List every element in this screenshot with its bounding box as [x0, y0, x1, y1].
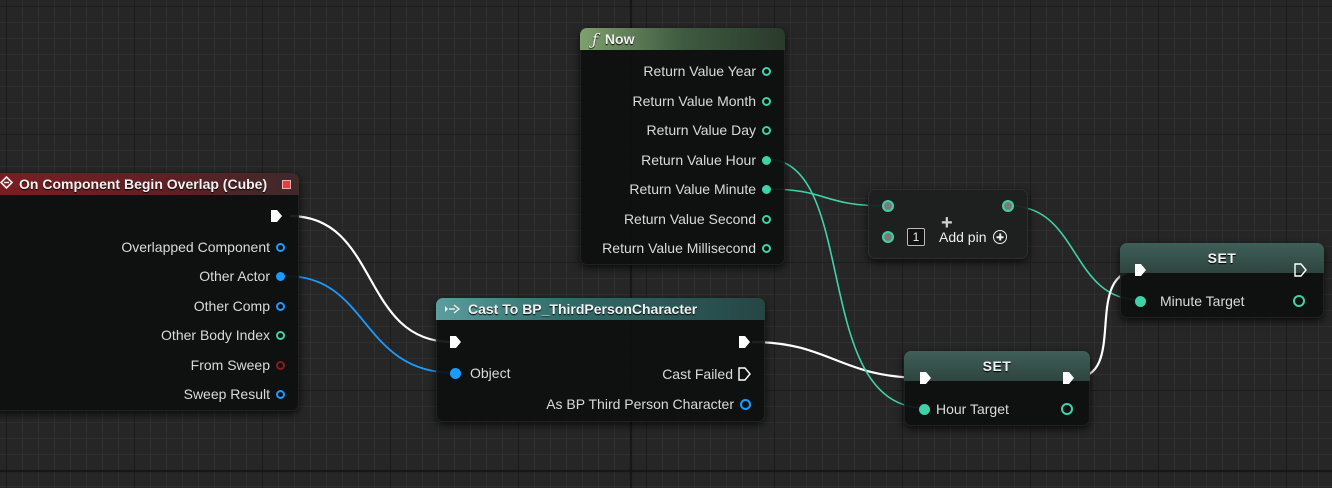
add-input-a-pin[interactable]: [882, 200, 894, 212]
other-comp-pin[interactable]: [276, 301, 285, 311]
as-bp-third-person-character-pin[interactable]: [740, 398, 751, 410]
return-value-hour-pin[interactable]: [762, 155, 771, 165]
wire-cast-exec-to-set-hour[interactable]: [751, 340, 925, 380]
event-diamond-icon: [0, 175, 14, 192]
set-hour-exec-out-pin[interactable]: [1062, 371, 1075, 385]
return-value-day-pin[interactable]: [762, 125, 771, 135]
pin-row-minute: Return Value Minute: [580, 181, 771, 197]
minute-target-output-pin[interactable]: [1293, 295, 1305, 307]
hour-target-input-pin[interactable]: [919, 403, 930, 415]
set-hour-node[interactable]: SET Hour Target: [904, 351, 1090, 426]
return-value-second-pin[interactable]: [762, 214, 771, 224]
pin-row-month: Return Value Month: [580, 93, 771, 109]
cast-failed-row: Cast Failed: [436, 366, 751, 382]
cast-node-header[interactable]: Cast To BP_ThirdPersonCharacter: [436, 298, 765, 320]
set-minute-exec-out-pin[interactable]: [1294, 263, 1307, 277]
sweep-result-pin[interactable]: [276, 389, 285, 399]
set-hour-exec-in-pin[interactable]: [919, 371, 932, 385]
event-overlap-node[interactable]: On Component Begin Overlap (Cube) Overla…: [0, 173, 299, 411]
set-minute-exec-in-pin[interactable]: [1134, 263, 1147, 277]
pin-row-from-sweep: From Sweep: [0, 357, 285, 373]
return-value-year-pin[interactable]: [762, 66, 771, 76]
pin-row-other-comp: Other Comp: [0, 298, 285, 314]
pin-row-overlapped-component: Overlapped Component: [0, 239, 285, 255]
return-value-millisecond-pin[interactable]: [762, 243, 771, 253]
add-input-b-pin[interactable]: [882, 231, 894, 243]
pin-row-other-body-index: Other Body Index: [0, 327, 285, 343]
wire-overlap-exec-to-cast[interactable]: [289, 214, 453, 344]
return-value-minute-pin[interactable]: [762, 184, 771, 194]
red-square-icon: [282, 179, 291, 189]
hour-target-output-pin[interactable]: [1061, 403, 1073, 415]
overlapped-component-pin[interactable]: [276, 242, 285, 252]
pin-row-hour: Return Value Hour: [580, 152, 771, 168]
now-function-node[interactable]: ƒ Now Return Value Year Return Value Mon…: [580, 28, 785, 265]
add-result-pin[interactable]: [1002, 200, 1014, 212]
add-input-b-row: 1 Add pin: [882, 228, 1008, 246]
cast-node-title: Cast To BP_ThirdPersonCharacter: [468, 301, 698, 317]
now-node-header[interactable]: ƒ Now: [580, 28, 785, 50]
pin-row-second: Return Value Second: [580, 211, 771, 227]
set-minute-var-row: Minute Target: [1135, 293, 1245, 309]
cast-arrows-icon: [444, 301, 462, 317]
blueprint-graph-canvas[interactable]: On Component Begin Overlap (Cube) Overla…: [0, 0, 1332, 488]
now-node-title: Now: [604, 31, 635, 47]
from-sweep-pin[interactable]: [276, 360, 285, 370]
pin-row-year: Return Value Year: [580, 63, 771, 79]
other-actor-pin[interactable]: [276, 271, 285, 281]
wire-other-actor-to-object[interactable]: [285, 275, 456, 374]
pin-row-day: Return Value Day: [580, 122, 771, 138]
set-minute-node[interactable]: SET Minute Target: [1120, 243, 1324, 318]
pin-row-sweep-result: Sweep Result: [0, 386, 285, 402]
cast-node[interactable]: Cast To BP_ThirdPersonCharacter Object C…: [436, 298, 765, 422]
overlap-node-header[interactable]: On Component Begin Overlap (Cube): [0, 173, 299, 195]
pin-row-millisecond: Return Value Millisecond: [580, 240, 771, 256]
other-body-index-pin[interactable]: [276, 330, 285, 340]
overlap-node-title: On Component Begin Overlap (Cube): [19, 176, 268, 192]
add-input-b-value[interactable]: 1: [907, 228, 925, 246]
add-int-node[interactable]: + 1 Add pin: [868, 189, 1028, 259]
function-f-icon: ƒ: [592, 29, 598, 49]
return-value-month-pin[interactable]: [762, 96, 771, 106]
set-hour-var-row: Hour Target: [919, 401, 1009, 417]
minute-target-input-pin[interactable]: [1135, 295, 1146, 307]
cast-failed-exec-pin[interactable]: [738, 367, 751, 381]
cast-as-row: As BP Third Person Character: [436, 396, 751, 412]
cast-exec-out-pin[interactable]: [738, 335, 751, 349]
plus-circle-icon[interactable]: [993, 230, 1008, 244]
cast-exec-in-pin[interactable]: [449, 335, 462, 349]
add-pin-label: Add pin: [939, 229, 987, 245]
overlap-exec-out-pin[interactable]: [270, 209, 283, 223]
pin-row-other-actor: Other Actor: [0, 268, 285, 284]
